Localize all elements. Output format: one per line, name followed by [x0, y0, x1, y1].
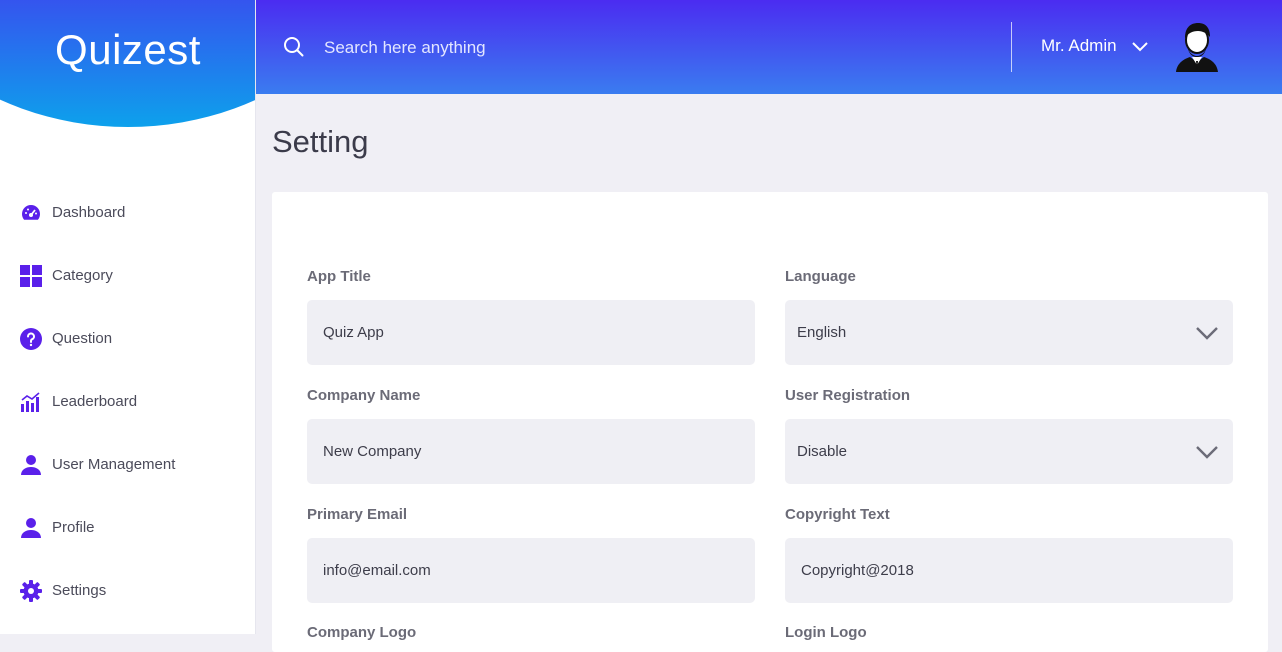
sidebar-item-label: Profile — [52, 519, 95, 536]
chevron-down-icon — [1195, 322, 1219, 344]
category-grid-icon — [20, 264, 42, 287]
company-name-label: Company Name — [307, 387, 421, 404]
user-name: Mr. Admin — [1041, 36, 1117, 55]
question-circle-icon — [20, 327, 42, 350]
sidebar-nav: Dashboard Category Question Leaderboard … — [0, 181, 256, 622]
dashboard-gauge-icon — [20, 202, 42, 224]
language-label: Language — [785, 268, 856, 285]
copyright-text-label: Copyright Text — [785, 506, 890, 523]
profile-user-icon — [20, 517, 42, 539]
search-input[interactable] — [322, 34, 926, 62]
copyright-text-input[interactable] — [785, 538, 1233, 603]
sidebar-item-dashboard[interactable]: Dashboard — [0, 181, 256, 244]
language-select[interactable]: English — [785, 300, 1233, 365]
user-menu[interactable]: Mr. Admin — [1041, 36, 1149, 56]
sidebar-item-settings[interactable]: Settings — [0, 559, 256, 622]
company-name-input[interactable] — [307, 419, 755, 484]
sidebar: Quizest Dashboard Category Question Lead… — [0, 0, 256, 634]
sidebar-divider — [255, 0, 256, 634]
sidebar-item-question[interactable]: Question — [0, 307, 256, 370]
user-registration-select[interactable]: Disable — [785, 419, 1233, 484]
sidebar-item-profile[interactable]: Profile — [0, 496, 256, 559]
sidebar-item-label: User Management — [52, 456, 176, 473]
avatar[interactable] — [1172, 20, 1222, 72]
chevron-down-icon — [1131, 37, 1149, 55]
chevron-down-icon — [1195, 441, 1219, 463]
header-divider — [1011, 22, 1012, 72]
primary-email-label: Primary Email — [307, 506, 408, 523]
sidebar-item-label: Settings — [52, 582, 107, 599]
user-registration-label: User Registration — [785, 387, 911, 404]
primary-email-input[interactable] — [307, 538, 755, 603]
sidebar-item-user-management[interactable]: User Management — [0, 433, 256, 496]
page-title: Setting — [272, 124, 369, 159]
sidebar-item-label: Question — [52, 330, 113, 347]
app-title-input[interactable] — [307, 300, 755, 365]
company-logo-label: Company Logo — [307, 624, 417, 641]
leaderboard-chart-icon — [20, 391, 42, 413]
gear-icon — [20, 579, 42, 602]
login-logo-label: Login Logo — [785, 624, 867, 641]
sidebar-item-leaderboard[interactable]: Leaderboard — [0, 370, 256, 433]
user-registration-value: Disable — [797, 443, 848, 460]
language-value: English — [797, 324, 847, 341]
sidebar-item-category[interactable]: Category — [0, 244, 256, 307]
sidebar-item-label: Leaderboard — [52, 393, 138, 410]
user-icon — [20, 454, 42, 476]
sidebar-item-label: Category — [52, 267, 113, 284]
app-title-label: App Title — [307, 268, 371, 285]
top-header: Mr. Admin — [256, 0, 1282, 94]
settings-card: App Title Language English Company Name … — [272, 192, 1268, 652]
app-logo[interactable]: Quizest — [0, 26, 256, 74]
search-icon[interactable] — [283, 36, 305, 58]
sidebar-item-label: Dashboard — [52, 204, 126, 221]
